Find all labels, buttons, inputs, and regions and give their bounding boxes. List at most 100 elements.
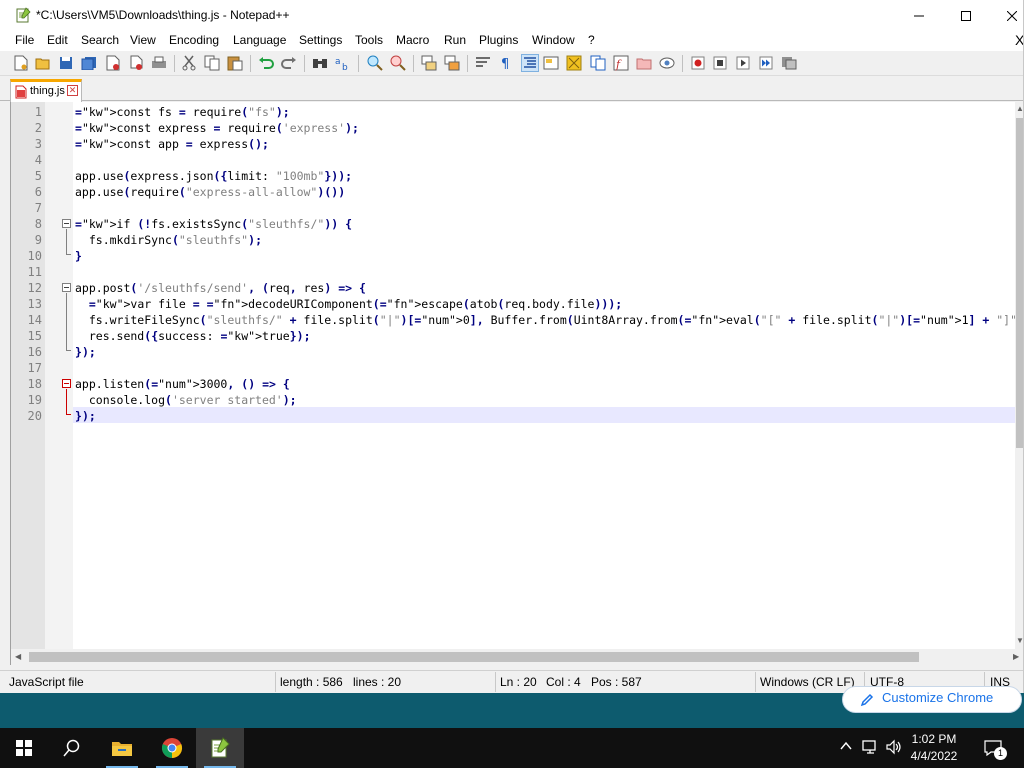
status-eol[interactable]: Windows (CR LF) (760, 675, 855, 689)
code-line: fs.mkdirSync("sleuthfs"); (75, 233, 262, 247)
tab-close-icon[interactable]: ✕ (67, 85, 78, 96)
horizontal-scrollbar[interactable]: ◀ ▶ (10, 649, 1023, 665)
clock-time[interactable]: 1:02 PM (905, 732, 963, 746)
menu-run[interactable]: Run (444, 33, 466, 47)
notepadpp-window: *C:\Users\VM5\Downloads\thing.js - Notep… (0, 0, 1024, 693)
function-list-icon[interactable]: f (612, 54, 630, 72)
scroll-left-arrow-icon[interactable]: ◀ (15, 652, 21, 661)
save-macro-icon[interactable] (780, 54, 798, 72)
open-file-icon[interactable] (34, 54, 52, 72)
status-pos: Pos : 587 (591, 675, 642, 689)
fold-guide (66, 229, 67, 254)
toolbar-separator (467, 55, 468, 72)
record-macro-icon[interactable] (689, 54, 707, 72)
show-all-chars-icon[interactable]: ¶ (497, 54, 515, 72)
code-text-area[interactable]: ="kw">const fs = require("fs"); ="kw">co… (73, 102, 1015, 649)
stop-macro-icon[interactable] (711, 54, 729, 72)
save-all-icon[interactable] (80, 54, 98, 72)
menu-view[interactable]: View (130, 33, 156, 47)
close-all-icon[interactable] (127, 54, 145, 72)
close-document-icon[interactable]: X (1015, 32, 1023, 48)
horizontal-scroll-thumb[interactable] (29, 652, 919, 662)
chrome-icon[interactable] (148, 728, 196, 768)
file-explorer-icon[interactable] (98, 728, 146, 768)
minimize-button[interactable] (896, 0, 942, 31)
toolbar-separator (358, 55, 359, 72)
tab-thing-js[interactable]: thing.js ✕ (10, 79, 82, 102)
user-defined-lang-icon[interactable] (542, 54, 560, 72)
maximize-button[interactable] (943, 0, 989, 31)
start-icon[interactable] (0, 728, 48, 768)
paste-icon[interactable] (226, 54, 244, 72)
copy-icon[interactable] (203, 54, 221, 72)
save-icon[interactable] (57, 54, 75, 72)
zoom-out-icon[interactable] (389, 54, 407, 72)
menu-window[interactable]: Window (532, 33, 575, 47)
volume-icon[interactable] (885, 739, 903, 758)
folder-workspace-icon[interactable] (635, 54, 653, 72)
title-bar[interactable]: *C:\Users\VM5\Downloads\thing.js - Notep… (0, 0, 1023, 31)
line-number: 10 (27, 249, 42, 263)
line-number: 7 (34, 201, 42, 215)
fold-toggle[interactable] (62, 219, 71, 228)
menu-file[interactable]: File (15, 33, 34, 47)
undo-icon[interactable] (257, 54, 275, 72)
menu-macro[interactable]: Macro (396, 33, 429, 47)
sync-horizontal-icon[interactable] (443, 54, 461, 72)
line-number: 8 (34, 217, 42, 231)
code-line: console.log('server started'); (75, 393, 297, 407)
vertical-scroll-thumb[interactable] (1016, 118, 1023, 448)
zoom-in-icon[interactable] (366, 54, 384, 72)
doc-map-icon[interactable] (565, 54, 583, 72)
code-line: }); (75, 409, 96, 423)
cut-icon[interactable] (180, 54, 198, 72)
fold-toggle[interactable] (62, 379, 71, 388)
vertical-scrollbar[interactable]: ▲ ▼ (1015, 102, 1023, 649)
line-number: 2 (34, 121, 42, 135)
sync-vertical-icon[interactable] (420, 54, 438, 72)
play-macro-icon[interactable] (734, 54, 752, 72)
scroll-right-arrow-icon[interactable]: ▶ (1013, 652, 1019, 661)
code-line: ="kw">const fs = require("fs"); (75, 105, 290, 119)
network-icon[interactable] (862, 739, 880, 758)
code-line: res.send({success: ="kw">true}); (75, 329, 311, 343)
close-file-icon[interactable] (104, 54, 122, 72)
search-icon[interactable] (48, 728, 96, 768)
menu-plugins[interactable]: Plugins (479, 33, 518, 47)
line-number: 3 (34, 137, 42, 151)
scroll-down-arrow-icon[interactable]: ▼ (1016, 636, 1023, 645)
status-length: length : 586 (280, 675, 343, 689)
monitoring-icon[interactable] (658, 54, 676, 72)
code-line: app.use(require("express-all-allow")()) (75, 185, 346, 199)
menu-edit[interactable]: Edit (47, 33, 68, 47)
scroll-up-arrow-icon[interactable]: ▲ (1016, 104, 1023, 113)
redo-icon[interactable] (280, 54, 298, 72)
menu-search[interactable]: Search (81, 33, 119, 47)
menu-encoding[interactable]: Encoding (169, 33, 219, 47)
current-line-highlight (73, 407, 1015, 423)
line-number: 18 (27, 377, 42, 391)
indent-guide-icon[interactable] (521, 54, 539, 72)
word-wrap-icon[interactable] (474, 54, 492, 72)
code-line: app.use(express.json({limit: "100mb"})); (75, 169, 353, 183)
menu-language[interactable]: Language (233, 33, 286, 47)
menu-help[interactable]: ? (588, 33, 595, 47)
close-button[interactable] (989, 0, 1023, 31)
menu-settings[interactable]: Settings (299, 33, 342, 47)
new-file-icon[interactable] (12, 54, 30, 72)
clock-date[interactable]: 4/4/2022 (905, 749, 963, 763)
fold-toggle[interactable] (62, 283, 71, 292)
show-hidden-icons-icon[interactable] (840, 739, 852, 756)
run-macro-multiple-icon[interactable] (757, 54, 775, 72)
doc-list-icon[interactable] (589, 54, 607, 72)
customize-chrome-label: Customize Chrome (882, 690, 994, 705)
unsaved-file-icon (15, 85, 27, 102)
find-icon[interactable] (311, 54, 329, 72)
code-editor[interactable]: 1 2 3 4 5 6 7 8 9 10 11 12 13 14 15 16 1… (10, 102, 1023, 649)
replace-icon[interactable]: ab (334, 54, 352, 72)
tab-bar: thing.js ✕ (0, 76, 1023, 102)
notepadpp-icon[interactable] (196, 728, 244, 768)
customize-chrome-button[interactable]: Customize Chrome (842, 686, 1022, 713)
print-icon[interactable] (150, 54, 168, 72)
menu-tools[interactable]: Tools (355, 33, 383, 47)
